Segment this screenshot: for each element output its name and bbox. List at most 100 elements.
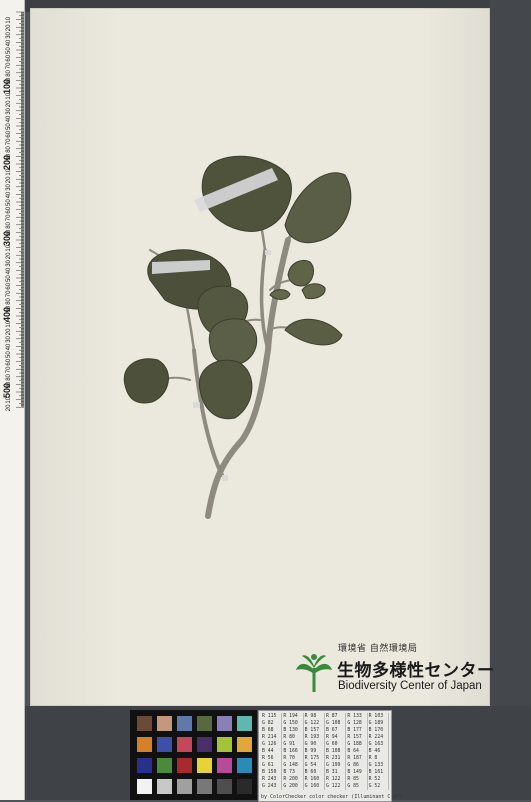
color-value-cell: R 193	[304, 734, 325, 741]
color-value-cell: R 231	[325, 755, 347, 762]
ruler-minor-label: 10	[6, 244, 12, 251]
color-patch	[177, 716, 192, 731]
color-value-cell: R 52	[368, 776, 389, 783]
color-value-cell: R 214	[261, 734, 283, 741]
ruler-minor-label: 70	[6, 290, 12, 297]
ruler-minor-label: 20	[6, 24, 12, 31]
color-value-cell: G 91	[282, 741, 304, 748]
color-value-cell: R 133	[346, 713, 368, 720]
ruler-minor-label: 80	[6, 69, 12, 76]
color-value-cell: B 166	[282, 748, 304, 755]
color-value-cell: R 56	[261, 755, 283, 762]
color-patch	[177, 758, 192, 773]
color-value-cell: B 108	[325, 748, 347, 755]
color-patch	[197, 716, 212, 731]
ruler-minor-label: 50	[6, 351, 12, 358]
color-value-cell: G 82	[261, 720, 283, 727]
color-value-cell: B 177	[346, 727, 368, 734]
color-patch	[217, 716, 232, 731]
color-value-cell: B 31	[325, 769, 347, 776]
color-value-cell: G 189	[368, 720, 389, 727]
ruler-minor-label: 50	[6, 123, 12, 130]
color-value-cell: G 85	[346, 783, 368, 790]
color-value-cell: R 200	[282, 776, 304, 783]
ruler-minor-label: 80	[6, 221, 12, 228]
color-value-cell: B 60	[304, 769, 325, 776]
ruler-minor-label: 50	[6, 275, 12, 282]
color-value-cell: G 128	[346, 720, 368, 727]
color-value-cell: B 68	[261, 727, 283, 734]
ruler-minor-label: 40	[6, 267, 12, 274]
color-value-cell: G 160	[304, 783, 325, 790]
ruler-minor-label: 60	[6, 130, 12, 137]
center-name-english: Biodiversity Center of Japan	[338, 680, 482, 692]
color-value-cell: G 86	[346, 762, 368, 769]
ruler-minor-label: 60	[6, 282, 12, 289]
color-patch	[197, 758, 212, 773]
ruler-minor-label: 20	[6, 328, 12, 335]
color-patch	[217, 758, 232, 773]
color-patch	[137, 737, 152, 752]
color-value-cell: G 199	[325, 762, 347, 769]
color-value-cell: B 99	[304, 748, 325, 755]
color-value-cell: B 64	[346, 748, 368, 755]
ruler-minor-label: 20	[6, 100, 12, 107]
color-value-cell: B 73	[282, 769, 304, 776]
color-value-table: R 115 R 194 R 98 R 87 R 133 R 103 G 82 G 150 G 1…	[261, 713, 389, 793]
color-patch	[137, 758, 152, 773]
scanner-frame-right	[490, 0, 531, 800]
color-value-cell: G 108	[325, 720, 347, 727]
ruler-minor-label: 50	[6, 199, 12, 206]
ruler-major-label: 400	[2, 307, 12, 322]
ruler-minor-label: 70	[6, 62, 12, 69]
color-value-cell: G 133	[368, 762, 389, 769]
color-value-cell: G 243	[261, 783, 283, 790]
color-patch	[237, 737, 252, 752]
ruler-minor-label: 40	[6, 191, 12, 198]
color-value-cell: G 163	[368, 741, 389, 748]
ruler-minor-label: 30	[6, 183, 12, 190]
color-value-cell: R 160	[304, 776, 325, 783]
ruler-minor-label: 30	[6, 31, 12, 38]
color-value-cell: G 60	[325, 741, 347, 748]
ruler-minor-label: 20	[6, 404, 12, 411]
color-value-cell: B 161	[368, 769, 389, 776]
color-value-cell: B 149	[346, 769, 368, 776]
color-patch	[237, 758, 252, 773]
ruler-minor-label: 10	[6, 320, 12, 327]
ruler-minor-label: 40	[6, 39, 12, 46]
plant-specimen	[123, 155, 352, 519]
ruler-scale: 1020304050607080901001020304050607080902…	[2, 11, 24, 411]
ruler-major-label: 500	[2, 383, 12, 398]
color-value-cell: G 61	[261, 762, 283, 769]
ruler-major-label: 200	[2, 155, 12, 170]
ruler-minor-label: 80	[6, 145, 12, 152]
color-patch	[137, 779, 152, 794]
color-value-cell: R 98	[304, 713, 325, 720]
color-value-cell: R 224	[368, 734, 389, 741]
ruler-minor-label: 10	[6, 16, 12, 23]
color-value-cell: G 54	[304, 762, 325, 769]
color-value-cell: B 67	[325, 727, 347, 734]
color-value-cell: R 243	[261, 776, 283, 783]
color-card-footer: by ColorChecker color checker (Illuminan…	[261, 794, 403, 800]
ruler-minor-label: 70	[6, 214, 12, 221]
color-value-cell: R 8	[368, 755, 389, 762]
center-name-japanese: 生物多様性センター	[337, 661, 495, 681]
color-value-cell: R 103	[368, 713, 389, 720]
ruler-minor-label: 60	[6, 206, 12, 213]
ruler-minor-label: 40	[6, 343, 12, 350]
color-patch	[137, 716, 152, 731]
color-value-cell: R 194	[282, 713, 304, 720]
ruler-minor-label: 10	[6, 92, 12, 99]
color-value-cell: R 87	[325, 713, 347, 720]
color-patch	[237, 779, 252, 794]
color-patch	[197, 737, 212, 752]
ministry-label: 環境省 自然環境局	[338, 644, 418, 654]
color-patch	[217, 779, 232, 794]
color-value-cell: R 187	[346, 755, 368, 762]
ruler-minor-label: 20	[6, 252, 12, 259]
color-patch	[217, 737, 232, 752]
color-value-cell: R 115	[261, 713, 283, 720]
ruler-minor-label: 80	[6, 297, 12, 304]
